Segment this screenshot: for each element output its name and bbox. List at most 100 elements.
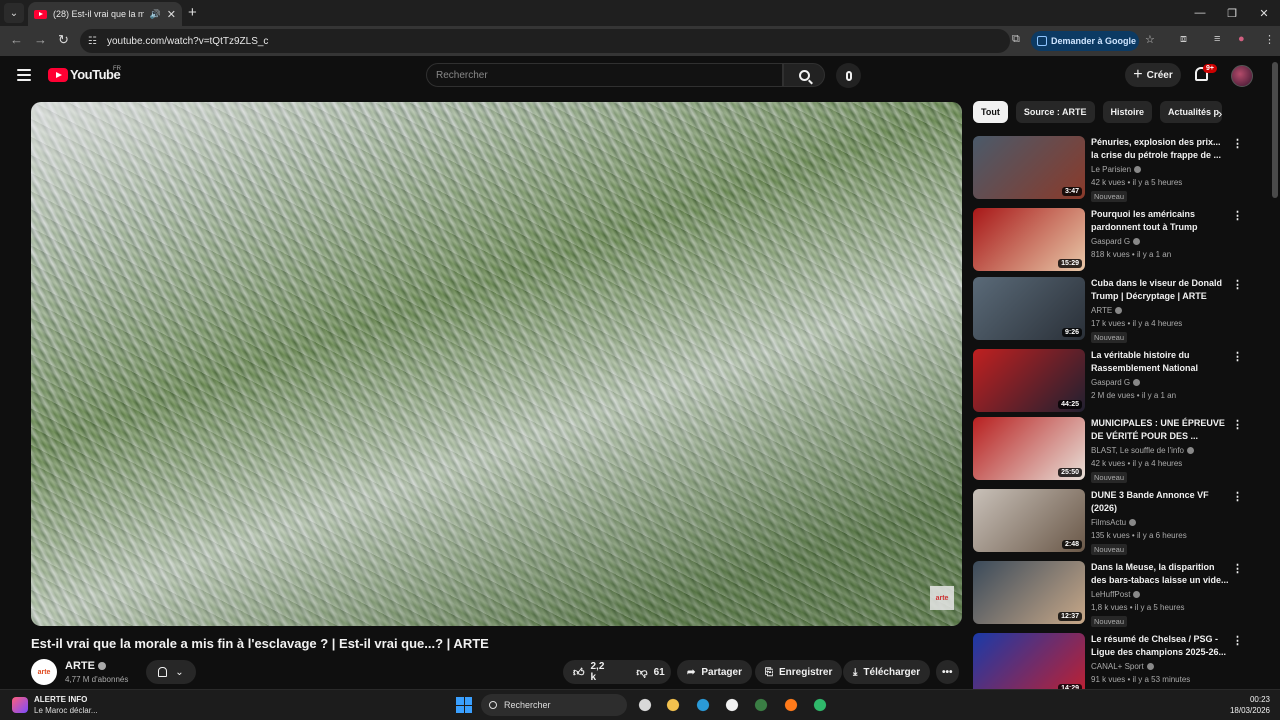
- news-title[interactable]: ALERTE INFO: [34, 695, 87, 704]
- recommendation-channel-row[interactable]: Gaspard G: [1091, 237, 1141, 246]
- create-button[interactable]: + Créer: [1125, 63, 1181, 87]
- video-thumbnail[interactable]: 9:26: [973, 277, 1085, 340]
- channel-name-row[interactable]: ARTE: [65, 660, 106, 672]
- recommendation-card[interactable]: 9:26 Cuba dans le viseur de Donald Trump …: [973, 277, 1253, 343]
- system-clock[interactable]: 00:23 18/03/2026: [1230, 694, 1270, 716]
- more-options-icon[interactable]: ⋮: [1232, 209, 1243, 222]
- video-thumbnail[interactable]: 3:47: [973, 136, 1085, 199]
- recommendation-title[interactable]: MUNICIPALES : UNE ÉPREUVE DE VÉRITÉ POUR…: [1091, 417, 1229, 443]
- news-widget-icon[interactable]: [12, 697, 28, 713]
- download-button[interactable]: ⤓ Télécharger: [843, 660, 931, 684]
- recommendation-card[interactable]: 12:37 Dans la Meuse, la disparition des b…: [973, 561, 1253, 627]
- tab-close-icon[interactable]: ✕: [167, 8, 176, 21]
- chip-tout[interactable]: Tout: [973, 101, 1008, 123]
- recommendation-title[interactable]: Cuba dans le viseur de Donald Trump | Dé…: [1091, 277, 1229, 303]
- browser-menu-icon[interactable]: ⋮: [1264, 33, 1275, 46]
- search-button[interactable]: [783, 63, 825, 87]
- search-input[interactable]: Rechercher: [426, 63, 783, 87]
- recommendation-title[interactable]: Pourquoi les américains pardonnent tout …: [1091, 208, 1229, 234]
- new-tab-icon[interactable]: +: [188, 4, 197, 21]
- video-thumbnail[interactable]: 12:37: [973, 561, 1085, 624]
- dislike-button[interactable]: 👎︎ 61: [626, 660, 674, 684]
- edge-icon[interactable]: [694, 696, 712, 714]
- channel-watermark[interactable]: arte: [930, 586, 954, 610]
- news-subtitle[interactable]: Le Maroc déclar...: [34, 706, 98, 715]
- channel-avatar[interactable]: arte: [31, 659, 57, 685]
- recommendation-title[interactable]: DUNE 3 Bande Annonce VF (2026): [1091, 489, 1229, 515]
- file-explorer-icon[interactable]: [664, 696, 682, 714]
- cast-icon[interactable]: ⧉: [1012, 33, 1020, 46]
- ask-google-button[interactable]: Demander à Google: [1031, 31, 1139, 51]
- video-thumbnail[interactable]: 14:29: [973, 633, 1085, 696]
- app-icon[interactable]: [811, 696, 829, 714]
- recommendation-channel-row[interactable]: ARTE: [1091, 306, 1123, 315]
- chip-actualites[interactable]: Actualités p: [1160, 101, 1223, 123]
- address-bar[interactable]: ☷ youtube.com/watch?v=tQtTz9ZLS_c: [80, 29, 1010, 53]
- notifications-button[interactable]: 9+: [1195, 64, 1217, 81]
- chip-source-arte[interactable]: Source : ARTE: [1015, 101, 1095, 123]
- recommendation-channel-row[interactable]: FilmsActu: [1091, 518, 1137, 527]
- voice-search-button[interactable]: [836, 63, 861, 88]
- more-actions-button[interactable]: •••: [936, 660, 959, 684]
- share-button[interactable]: ➦ Partager: [677, 660, 752, 684]
- recommendation-channel-row[interactable]: Le Parisien: [1091, 165, 1142, 174]
- chrome-icon[interactable]: [752, 696, 770, 714]
- back-icon[interactable]: ←: [10, 32, 23, 47]
- browser-tab-active[interactable]: (28) Est-il vrai que la morale a mis fin…: [28, 2, 182, 26]
- more-options-icon[interactable]: ⋮: [1232, 278, 1243, 291]
- page-scrollbar[interactable]: [1272, 62, 1278, 198]
- reload-icon[interactable]: ↻: [58, 32, 69, 48]
- save-button[interactable]: ⎘ Enregistrer: [755, 660, 843, 684]
- more-options-icon[interactable]: ⋮: [1232, 490, 1243, 503]
- video-player[interactable]: arte: [31, 102, 962, 626]
- recommendation-card[interactable]: 15:29 Pourquoi les américains pardonnent …: [973, 208, 1253, 274]
- more-options-icon[interactable]: ⋮: [1232, 137, 1243, 150]
- subscription-bell-button[interactable]: ⌄: [146, 660, 196, 684]
- video-thumbnail[interactable]: 44:25: [973, 349, 1085, 412]
- like-button[interactable]: 👍︎ 2,2 k: [563, 660, 614, 684]
- more-options-icon[interactable]: ⋮: [1232, 562, 1243, 575]
- video-thumbnail[interactable]: 15:29: [973, 208, 1085, 271]
- recommendation-title[interactable]: Dans la Meuse, la disparition des bars-t…: [1091, 561, 1229, 587]
- speaker-icon[interactable]: 🔊: [150, 9, 161, 20]
- forward-icon[interactable]: →: [34, 32, 47, 47]
- media-icon[interactable]: ≡: [1214, 33, 1220, 45]
- recommendation-card[interactable]: 3:47 Pénuries, explosion des prix... la c…: [973, 136, 1253, 202]
- recommendation-channel-row[interactable]: LeHuffPost: [1091, 590, 1141, 599]
- tab-search-icon[interactable]: ⌄: [4, 3, 24, 23]
- recommendation-channel-row[interactable]: CANAL+ Sport: [1091, 662, 1154, 671]
- task-view-icon[interactable]: [636, 696, 654, 714]
- verified-icon: [1134, 166, 1142, 174]
- taskbar-search[interactable]: Rechercher: [481, 694, 627, 716]
- more-options-icon[interactable]: ⋮: [1232, 418, 1243, 431]
- chip-histoire[interactable]: Histoire: [1102, 101, 1153, 123]
- minimize-icon[interactable]: —: [1184, 0, 1216, 26]
- recommendation-card[interactable]: 44:25 La véritable histoire du Rassemblem…: [973, 349, 1253, 415]
- account-avatar[interactable]: [1231, 65, 1253, 87]
- video-thumbnail[interactable]: 2:48: [973, 489, 1085, 552]
- start-menu-icon[interactable]: [456, 697, 472, 713]
- store-icon[interactable]: [723, 696, 741, 714]
- bookmark-star-icon[interactable]: ☆: [1145, 33, 1155, 46]
- recommendation-title[interactable]: La véritable histoire du Rassemblement N…: [1091, 349, 1229, 375]
- profile-icon[interactable]: ●: [1238, 33, 1245, 45]
- extensions-icon[interactable]: ⧈: [1180, 33, 1187, 46]
- more-options-icon[interactable]: ⋮: [1232, 634, 1243, 647]
- youtube-header: YouTube FR Rechercher + Créer 9+: [0, 56, 1280, 96]
- recommendation-card[interactable]: 25:50 MUNICIPALES : UNE ÉPREUVE DE VÉRITÉ…: [973, 417, 1253, 483]
- more-options-icon[interactable]: ⋮: [1232, 350, 1243, 363]
- recommendation-card[interactable]: 2:48 DUNE 3 Bande Annonce VF (2026) FilmsA…: [973, 489, 1253, 555]
- save-label: Enregistrer: [779, 666, 833, 678]
- menu-icon[interactable]: [17, 69, 31, 81]
- close-icon[interactable]: ✕: [1248, 0, 1280, 26]
- youtube-logo[interactable]: YouTube: [48, 67, 121, 82]
- firefox-icon[interactable]: [782, 696, 800, 714]
- restore-icon[interactable]: ❐: [1216, 0, 1248, 26]
- video-thumbnail[interactable]: 25:50: [973, 417, 1085, 480]
- site-info-icon[interactable]: ☷: [88, 36, 97, 47]
- recommendation-channel-row[interactable]: BLAST, Le souffle de l'info: [1091, 446, 1194, 455]
- recommendation-title[interactable]: Le résumé de Chelsea / PSG - Ligue des c…: [1091, 633, 1229, 659]
- chevron-right-icon[interactable]: ›: [1218, 106, 1222, 121]
- recommendation-title[interactable]: Pénuries, explosion des prix... la crise…: [1091, 136, 1229, 162]
- recommendation-channel-row[interactable]: Gaspard G: [1091, 378, 1141, 387]
